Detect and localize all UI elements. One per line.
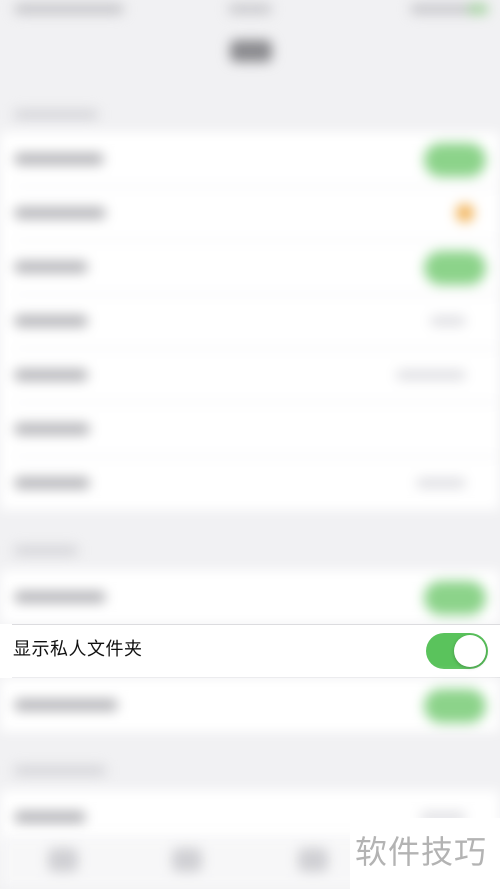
toggle-knob [454,635,486,667]
clock-readout [228,4,272,14]
watermark: 软件技巧 [350,818,500,889]
settings-row[interactable] [0,570,500,624]
section-header [14,546,78,555]
settings-row[interactable] [0,132,500,186]
row-label [14,369,88,381]
row-value [430,316,466,326]
tab-icon[interactable] [48,848,78,872]
row-label: 显示私人文件夹 [13,639,143,660]
navigation-bar [0,28,500,84]
settings-row[interactable] [0,456,500,510]
row-label [14,591,106,603]
settings-group-2 [0,570,500,624]
row-label [14,699,118,711]
settings-row[interactable] [0,240,500,294]
page-title [230,40,272,62]
row-label [14,261,88,273]
row-label [14,207,106,219]
carrier-signal-icon [14,4,124,14]
row-label [14,153,104,165]
section-header [14,110,98,119]
toggle-switch[interactable] [424,581,486,615]
toggle-switch[interactable] [424,689,486,723]
status-bar [0,0,500,28]
tab-icon[interactable] [298,848,328,872]
battery-icon [410,4,488,14]
watermark-text: 软件技巧 [355,833,488,871]
toggle-switch[interactable] [424,143,486,177]
settings-row[interactable] [0,678,500,732]
toggle-switch[interactable] [424,251,486,285]
row-divider [12,624,500,625]
badge-dot [456,204,474,222]
row-label [14,423,90,435]
tab-icon[interactable] [172,848,202,872]
settings-group-1 [0,132,500,510]
row-value [396,370,466,380]
row-label [14,315,88,327]
settings-row[interactable] [0,402,500,456]
settings-row-show-private-folder[interactable]: 显示私人文件夹 [0,624,500,678]
row-label [14,811,86,823]
settings-group-2b [0,678,500,732]
row-label [14,477,90,489]
settings-row[interactable] [0,186,500,240]
show-private-folder-toggle[interactable] [426,633,488,669]
settings-row[interactable] [0,348,500,402]
section-header [14,766,106,775]
row-value [416,478,466,488]
settings-row[interactable] [0,294,500,348]
